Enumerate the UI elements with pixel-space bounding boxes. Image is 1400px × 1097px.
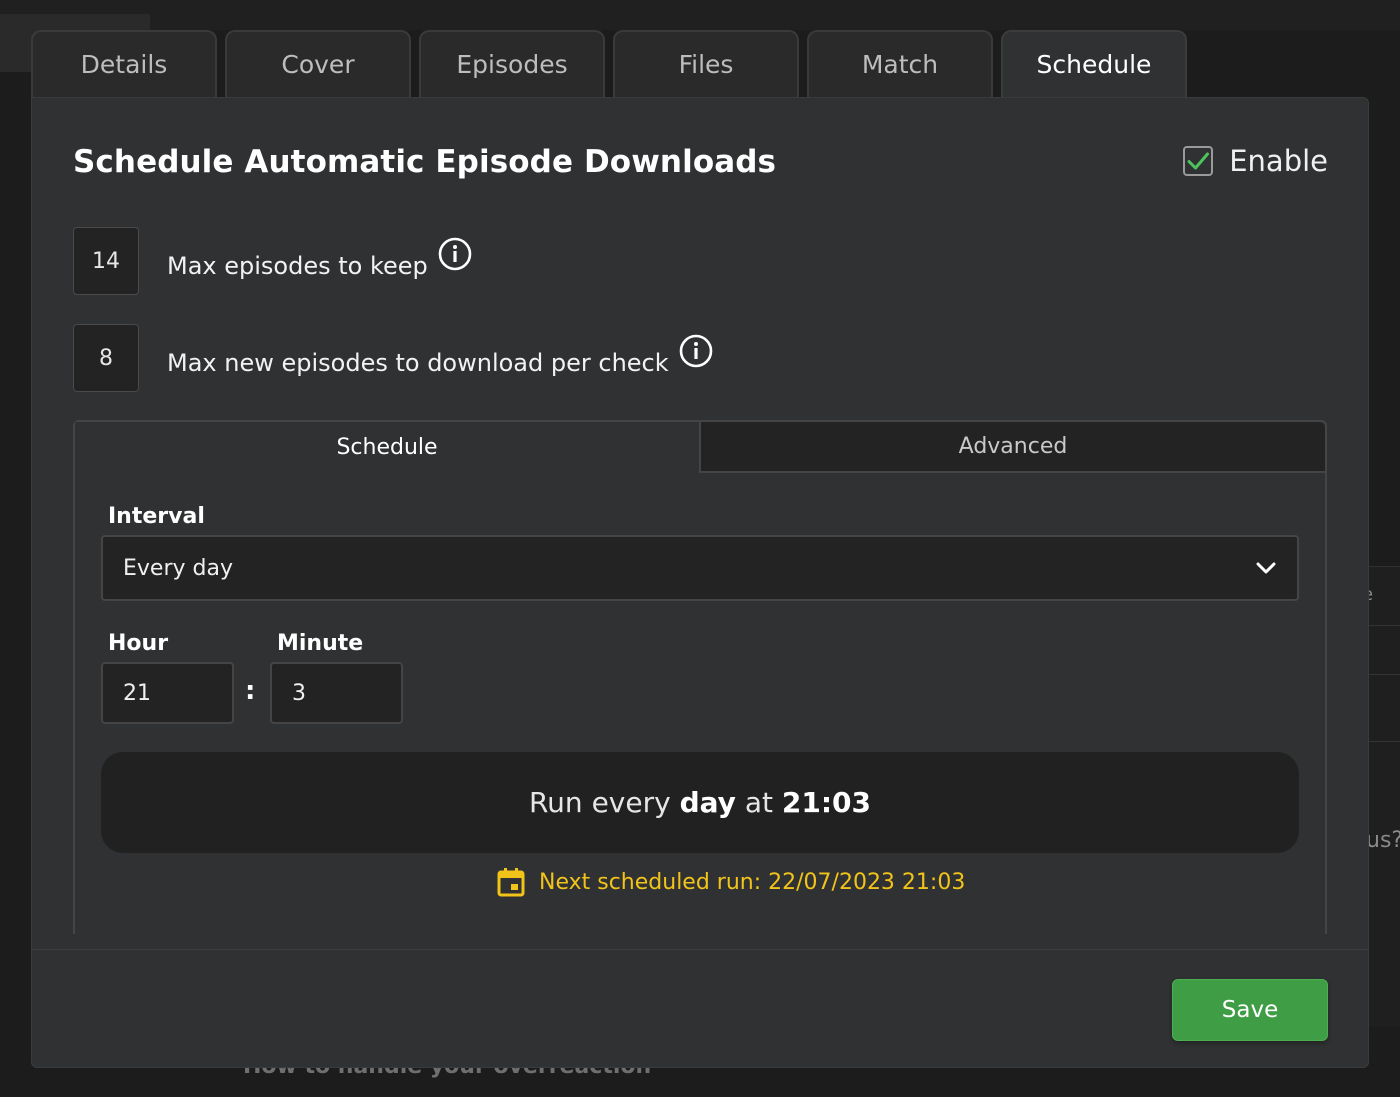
hour-label: Hour [108, 631, 169, 656]
max-episodes-keep-input[interactable]: 14 [73, 227, 139, 295]
hour-input[interactable]: 21 [101, 662, 234, 724]
chevron-down-icon [1256, 562, 1276, 574]
next-scheduled-run: Next scheduled run: 22/07/2023 21:03 [497, 867, 965, 897]
background-right-panel [1368, 566, 1400, 1027]
minute-label: Minute [277, 631, 364, 656]
max-new-episodes-label: Max new episodes to download per check [167, 349, 669, 377]
background-text-fragment: us? [1366, 828, 1400, 853]
background-top-strip [0, 0, 1400, 30]
next-run-text: Next scheduled run: 22/07/2023 21:03 [539, 869, 966, 895]
summary-unit: day [679, 786, 736, 819]
background-divider [1368, 625, 1400, 626]
enable-label: Enable [1229, 144, 1328, 178]
summary-middle: at [735, 786, 782, 819]
tab-schedule[interactable]: Schedule [1001, 30, 1187, 97]
calendar-icon [497, 868, 525, 897]
max-new-episodes-input[interactable]: 8 [73, 324, 139, 392]
max-episodes-keep-label: Max episodes to keep [167, 252, 428, 280]
enable-checkbox[interactable] [1183, 146, 1214, 176]
tab-bar: Details Cover Episodes Files Match Sched… [31, 30, 1195, 97]
info-icon[interactable] [679, 334, 713, 368]
tab-inner-advanced[interactable]: Advanced [699, 422, 1325, 473]
info-icon[interactable] [438, 237, 472, 271]
tab-episodes[interactable]: Episodes [419, 30, 605, 97]
background-divider [1368, 674, 1400, 675]
interval-label: Interval [108, 504, 205, 529]
minute-input[interactable]: 3 [270, 662, 403, 724]
interval-value: Every day [123, 555, 233, 581]
schedule-summary: Run every day at 21:03 [101, 752, 1299, 853]
summary-time: 21:03 [781, 786, 871, 819]
tab-inner-schedule[interactable]: Schedule [75, 422, 699, 473]
tab-details[interactable]: Details [31, 30, 217, 97]
tab-cover[interactable]: Cover [225, 30, 411, 97]
background-divider [1368, 741, 1400, 742]
time-separator: : [245, 676, 256, 706]
interval-select[interactable]: Every day [101, 535, 1299, 601]
page-title: Schedule Automatic Episode Downloads [73, 144, 777, 180]
tab-files[interactable]: Files [613, 30, 799, 97]
checkmark-icon [1187, 152, 1210, 170]
tab-match[interactable]: Match [807, 30, 993, 97]
max-keep-row: 14 Max episodes to keep [73, 227, 472, 295]
schedule-tabs-container: Schedule Advanced [73, 420, 1327, 934]
save-button[interactable]: Save [1172, 979, 1328, 1041]
enable-toggle[interactable]: Enable [1183, 144, 1328, 178]
max-new-row: 8 Max new episodes to download per check [73, 324, 713, 392]
inner-tab-bar: Schedule Advanced [75, 422, 1325, 473]
footer-divider [32, 949, 1368, 950]
schedule-panel: Schedule Automatic Episode Downloads Ena… [31, 97, 1369, 1068]
summary-prefix: Run every [528, 786, 680, 819]
